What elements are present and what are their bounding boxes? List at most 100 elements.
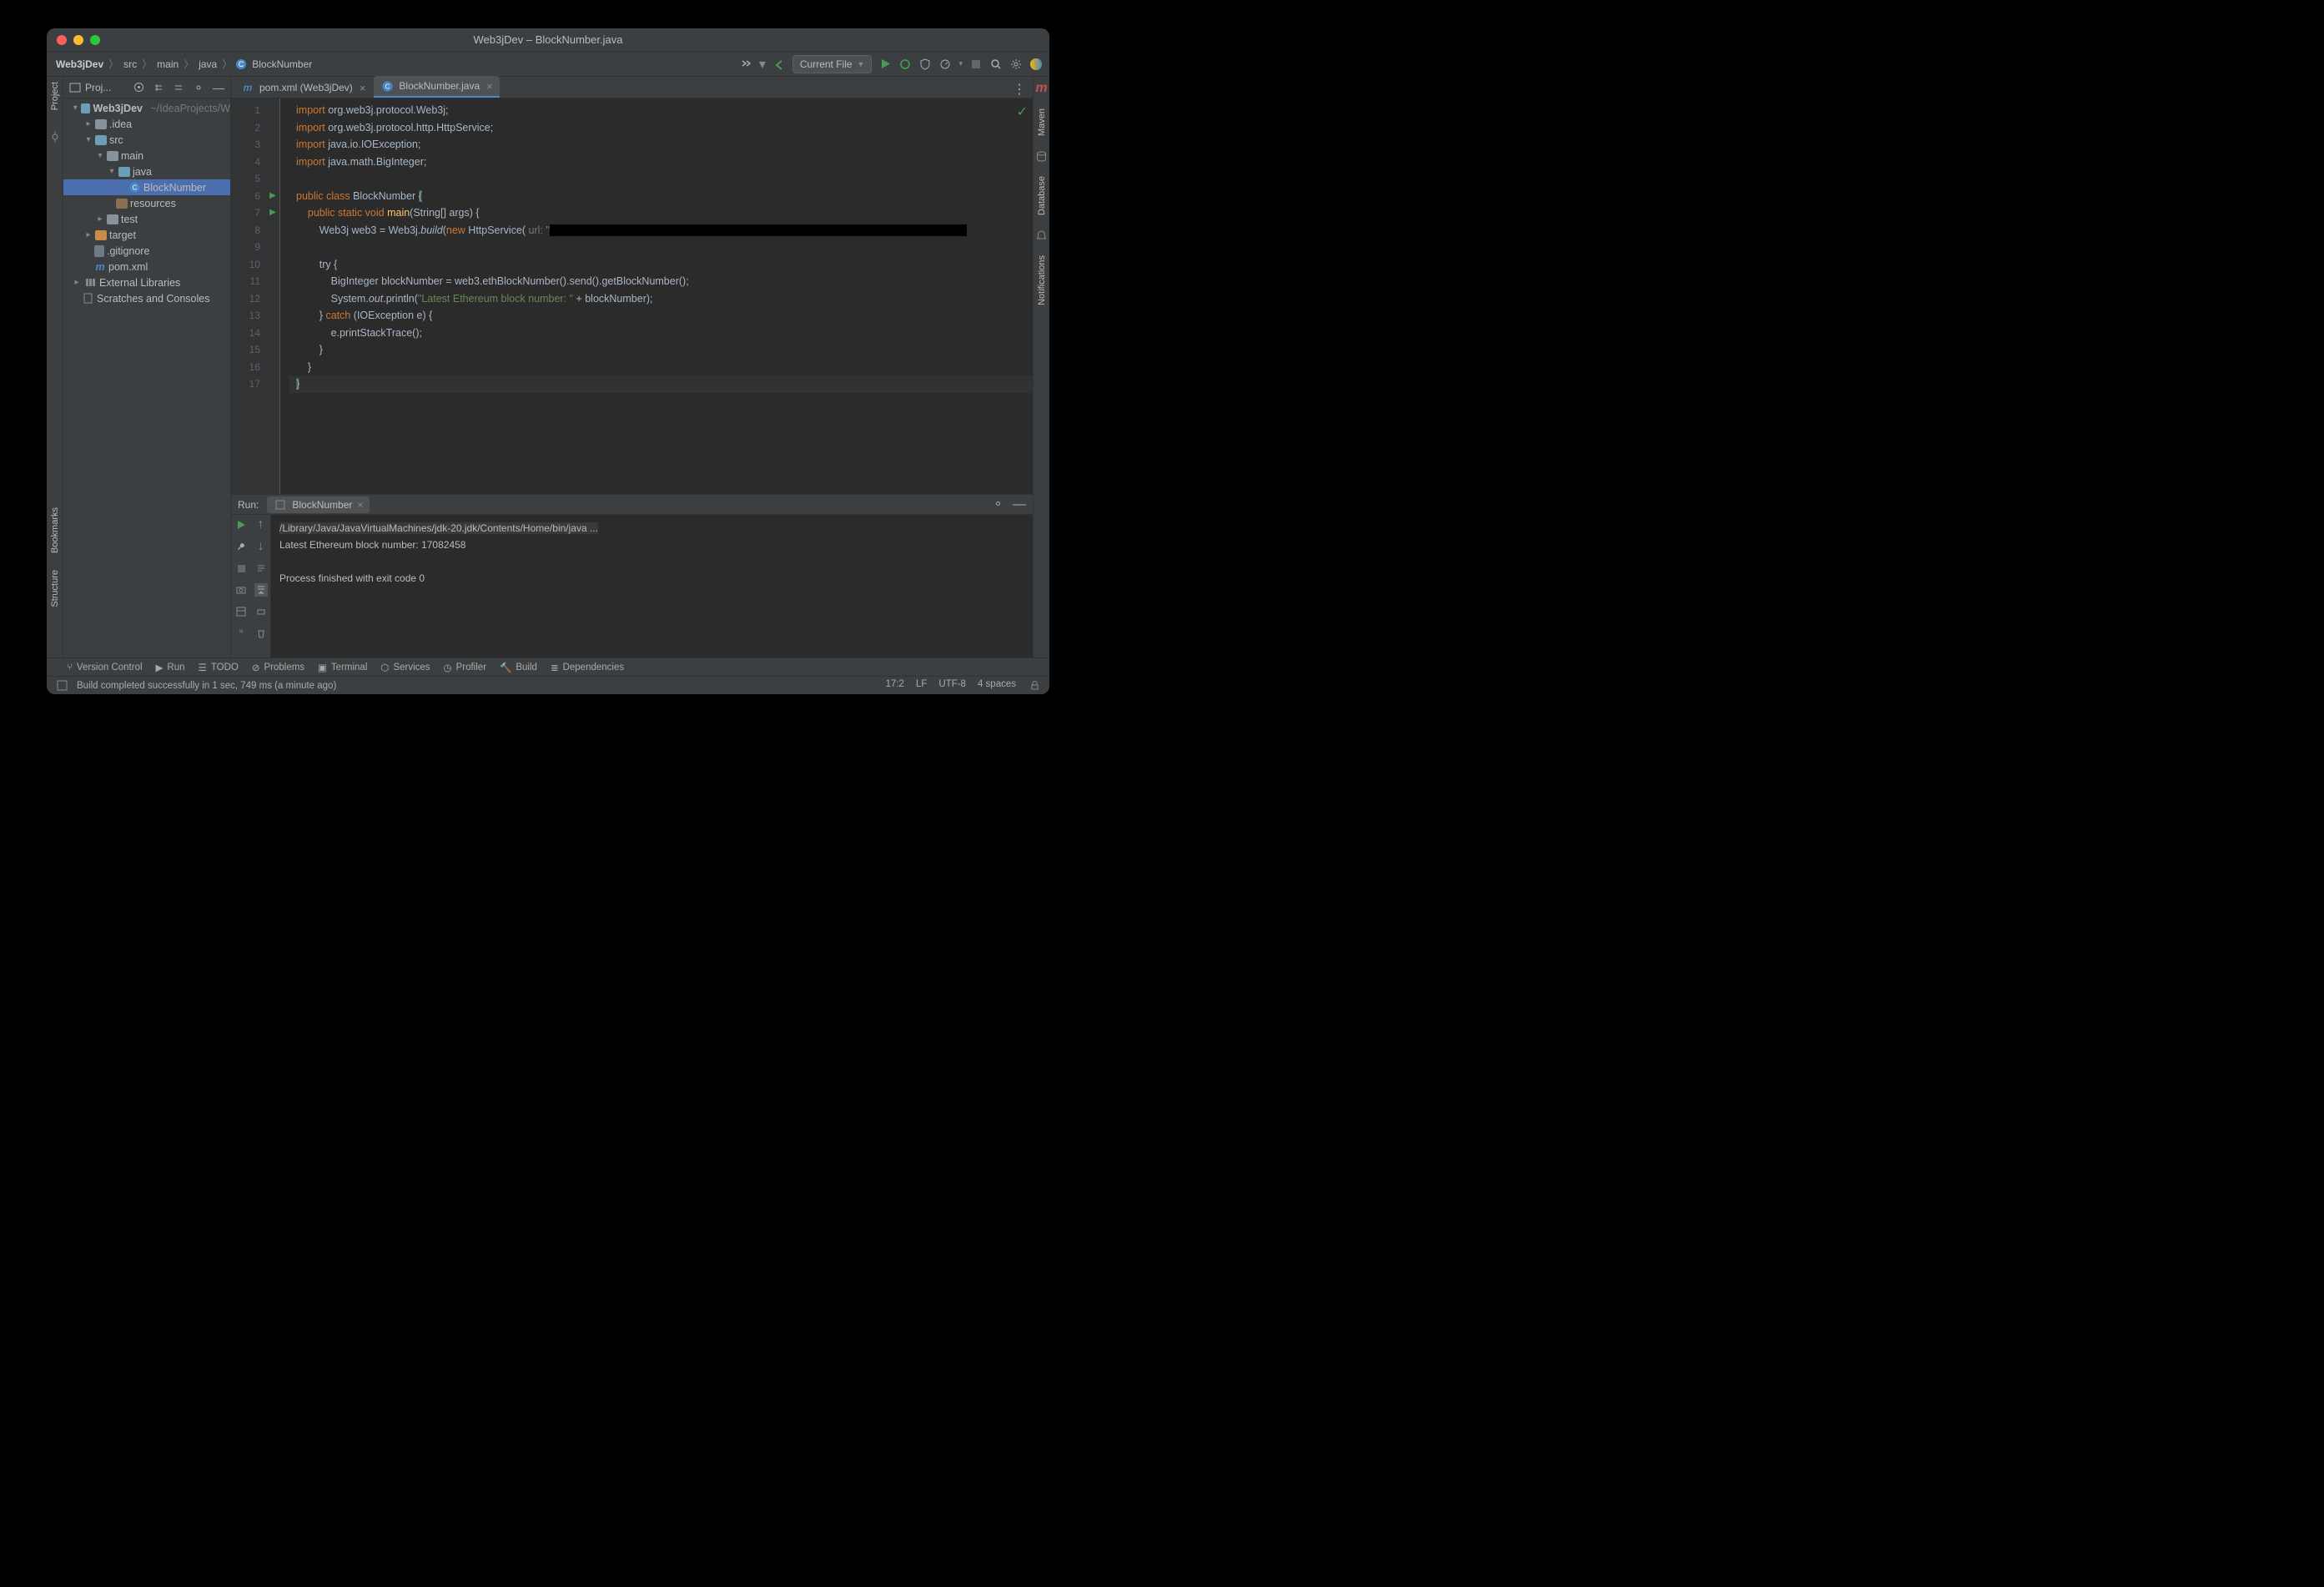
gear-icon[interactable] [192,81,205,94]
project-tool-button[interactable]: Project [50,82,60,110]
tree-folder[interactable]: Scratches and Consoles [63,290,230,306]
tree-file-selected[interactable]: CBlockNumber [63,179,230,195]
problems-tab[interactable]: ⊘Problems [252,662,304,673]
tree-folder[interactable]: ▸External Libraries [63,275,230,290]
tree-folder[interactable]: resources [63,195,230,211]
breadcrumb-item[interactable]: java [196,57,219,72]
run-button[interactable] [878,58,892,71]
breadcrumb[interactable]: Web3jDev〉 src〉 main〉 java〉 C BlockNumber [53,57,314,72]
tree-file[interactable]: .gitignore [63,243,230,259]
run-line-icon[interactable]: ▶ [266,188,279,205]
class-icon: C [234,58,248,71]
todo-tab[interactable]: ☰TODO [199,662,239,673]
layout-icon[interactable] [234,605,248,618]
notifications-icon[interactable] [1035,229,1049,242]
select-opened-file-icon[interactable] [132,81,145,94]
tree-folder[interactable]: ▸.idea [63,116,230,132]
print-icon[interactable] [254,605,268,618]
hide-panel-icon[interactable]: — [1013,497,1026,512]
class-icon: C [128,181,141,194]
more-icon[interactable]: » [239,627,244,636]
coverage-button[interactable] [918,58,932,71]
lock-icon[interactable] [1028,679,1041,693]
run-tab[interactable]: ▶Run [156,662,185,673]
database-tool-icon[interactable] [1035,149,1049,163]
close-tab-icon[interactable]: × [486,80,493,93]
editor-area: m pom.xml (Web3jDev) × C BlockNumber.jav… [231,77,1033,657]
tree-folder[interactable]: ▾main [63,148,230,164]
camera-icon[interactable] [234,583,248,597]
gear-icon[interactable] [991,497,1004,511]
debug-button[interactable] [898,58,912,71]
file-encoding[interactable]: UTF-8 [938,679,966,693]
maximize-window-button[interactable] [90,35,100,45]
gear-icon[interactable] [1009,58,1023,71]
minimize-window-button[interactable] [73,35,83,45]
close-tab-icon[interactable]: × [360,82,366,94]
line-separator[interactable]: LF [916,679,927,693]
run-line-icon[interactable]: ▶ [266,204,279,222]
stop-icon[interactable] [234,562,248,575]
expand-all-icon[interactable] [152,81,165,94]
structure-tool-button[interactable]: Structure [50,570,60,607]
line-gutter[interactable]: 1234567891011121314151617 [231,98,266,494]
breadcrumb-item[interactable]: BlockNumber [249,57,314,72]
editor[interactable]: ✓ 1234567891011121314151617 ▶ ▶ import o… [231,98,1033,494]
database-tool-button[interactable]: Database [1037,176,1047,215]
profiler-tab[interactable]: ◷Profiler [444,662,486,673]
tab-options-icon[interactable]: ⋮ [1006,81,1033,98]
trash-icon[interactable] [254,627,268,640]
scroll-to-end-icon[interactable] [254,583,268,597]
commit-tool-icon[interactable] [48,130,62,144]
editor-tab-active[interactable]: C BlockNumber.java × [374,76,499,98]
breadcrumb-item[interactable]: main [154,57,181,72]
tree-folder[interactable]: ▸target [63,227,230,243]
editor-tab[interactable]: m pom.xml (Web3jDev) × [234,78,372,98]
notifications-tool-button[interactable]: Notifications [1037,255,1047,305]
terminal-tab[interactable]: ▣Terminal [318,662,367,673]
search-icon[interactable] [989,58,1003,71]
inspection-ok-icon[interactable]: ✓ [1017,103,1028,120]
code-with-me-icon[interactable] [739,58,752,71]
hide-panel-icon[interactable]: — [212,81,225,94]
tree-folder[interactable]: ▾java [63,164,230,179]
run-config-selector[interactable]: Current File ▼ [792,55,873,73]
indent-setting[interactable]: 4 spaces [978,679,1016,693]
maven-tool-icon[interactable]: m [1035,82,1049,95]
run-tab[interactable]: BlockNumber × [267,496,370,513]
tool-windows-icon[interactable] [55,679,68,693]
dependencies-tab[interactable]: ≣Dependencies [551,662,624,673]
maven-icon: m [241,81,254,94]
breadcrumb-item[interactable]: src [121,57,139,72]
back-icon[interactable] [772,58,786,71]
close-tab-icon[interactable]: × [357,499,363,511]
collapse-all-icon[interactable] [172,81,185,94]
maven-tool-button[interactable]: Maven [1037,108,1047,136]
tree-file[interactable]: mpom.xml [63,259,230,275]
profile-button[interactable] [938,58,952,71]
fold-gutter[interactable] [279,98,289,494]
avatar-icon[interactable] [1029,58,1043,71]
run-gutter[interactable]: ▶ ▶ [266,98,279,494]
tree-folder[interactable]: ▾src [63,132,230,148]
stop-button[interactable] [969,58,983,71]
project-tree[interactable]: ▾Web3jDev ~/IdeaProjects/W ▸.idea ▾src ▾… [63,98,230,657]
up-icon[interactable]: ↑ [254,518,268,532]
soft-wrap-icon[interactable] [254,562,268,575]
version-control-tab[interactable]: ⑂Version Control [67,663,143,673]
cursor-position[interactable]: 17:2 [886,679,904,693]
tree-folder[interactable]: ▸test [63,211,230,227]
code-content[interactable]: import org.web3j.protocol.Web3j; import … [289,98,1033,494]
tree-root[interactable]: ▾Web3jDev ~/IdeaProjects/W [63,100,230,116]
services-tab[interactable]: ⬡Services [380,662,430,673]
right-tool-rail: m Maven Database Notifications [1033,77,1049,657]
down-icon[interactable]: ↓ [254,540,268,553]
close-window-button[interactable] [57,35,67,45]
wrench-icon[interactable] [234,540,248,553]
build-tab[interactable]: 🔨Build [500,662,537,673]
list-icon: ☰ [199,662,207,673]
console-output[interactable]: /Library/Java/JavaVirtualMachines/jdk-20… [271,515,1033,657]
rerun-icon[interactable] [234,518,248,532]
breadcrumb-item[interactable]: Web3jDev [53,57,106,72]
bookmarks-tool-button[interactable]: Bookmarks [50,507,60,553]
